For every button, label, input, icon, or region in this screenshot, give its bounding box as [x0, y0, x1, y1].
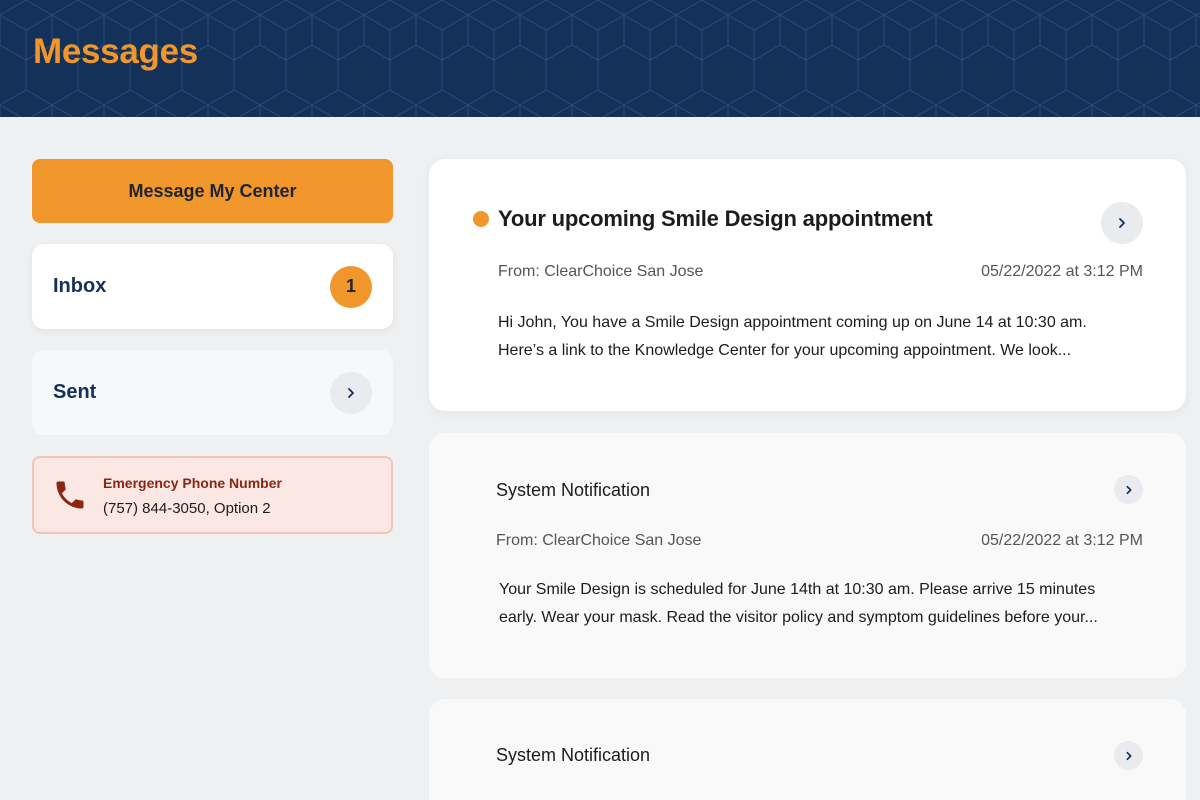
message-preview-line: Hi John, You have a Smile Design appoint…: [498, 314, 1087, 331]
phone-icon: [52, 477, 88, 518]
sidebar-item-inbox[interactable]: Inbox 1: [32, 244, 393, 329]
message-preview-line: early. Wear your mask. Read the visitor …: [499, 609, 1098, 626]
unread-indicator: [473, 211, 489, 227]
chevron-right-icon[interactable]: [1114, 475, 1143, 504]
inbox-count-badge: 1: [330, 265, 372, 308]
chevron-right-icon[interactable]: [330, 371, 372, 414]
message-from: From: ClearChoice San Jose: [498, 263, 704, 280]
message-subject: Your upcoming Smile Design appointment: [498, 206, 933, 231]
message-preview-line: Your Smile Design is scheduled for June …: [499, 581, 1096, 598]
message-preview: Your Smile Design is scheduled for June …: [499, 576, 1098, 632]
message-my-center-button[interactable]: Message My Center: [32, 159, 393, 223]
message-card[interactable]: System Notification: [429, 699, 1186, 800]
sent-label: Sent: [53, 381, 97, 403]
sidebar: Message My Center Inbox 1 Sent Emergency…: [32, 159, 393, 534]
emergency-phone-card: Emergency Phone Number (757) 844-3050, O…: [32, 456, 393, 534]
page-title: Messages: [33, 32, 198, 71]
message-preview: Hi John, You have a Smile Design appoint…: [498, 309, 1087, 365]
message-date: 05/22/2022 at 3:12 PM: [981, 532, 1143, 549]
chevron-right-icon[interactable]: [1101, 202, 1143, 244]
page-header: Messages: [0, 0, 1200, 117]
chevron-right-icon[interactable]: [1114, 741, 1143, 770]
message-preview-line: Here’s a link to the Knowledge Center fo…: [498, 342, 1072, 359]
message-subject: System Notification: [496, 480, 651, 500]
message-date: 05/22/2022 at 3:12 PM: [981, 263, 1143, 280]
message-card[interactable]: System Notification From: ClearChoice Sa…: [429, 433, 1186, 678]
message-subject: System Notification: [496, 745, 651, 765]
inbox-label: Inbox: [53, 275, 107, 297]
message-card[interactable]: Your upcoming Smile Design appointment F…: [429, 159, 1186, 411]
emergency-title: Emergency Phone Number: [103, 475, 282, 491]
emergency-number[interactable]: (757) 844-3050, Option 2: [103, 500, 271, 517]
message-from: From: ClearChoice San Jose: [496, 532, 702, 549]
sidebar-item-sent[interactable]: Sent: [32, 350, 393, 435]
